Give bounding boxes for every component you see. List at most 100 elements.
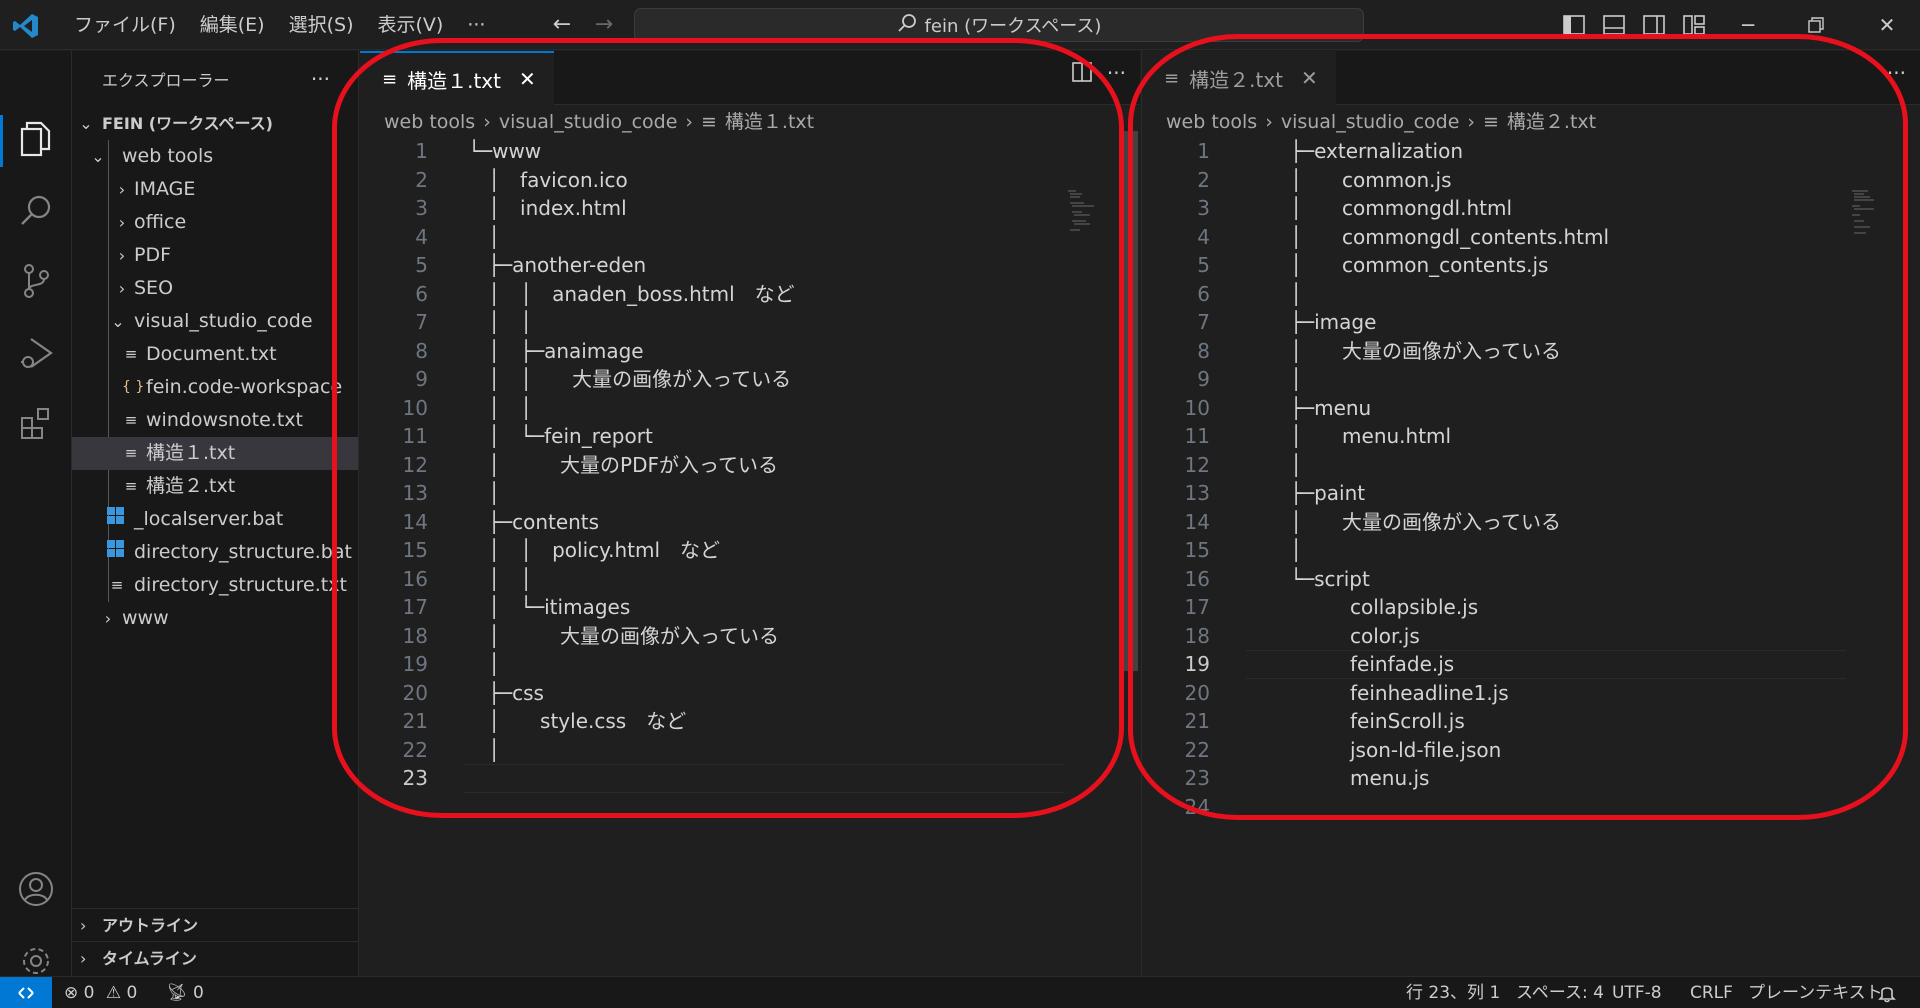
- code-line[interactable]: 23 menu.js: [1142, 764, 1920, 793]
- tree-item-pdf[interactable]: › PDF: [72, 239, 358, 272]
- run-debug-icon[interactable]: [12, 329, 60, 377]
- tree-item-localserver-bat[interactable]: _localserver.bat: [72, 503, 358, 536]
- tree-item-seo[interactable]: › SEO: [72, 272, 358, 305]
- split-editor-icon[interactable]: [1071, 61, 1093, 88]
- tree-item-directory-structure-txt[interactable]: ≡ directory_structure.txt: [72, 569, 358, 602]
- code-line[interactable]: 5 │ common_contents.js: [1142, 251, 1920, 280]
- forward-arrow-icon[interactable]: →: [590, 10, 618, 40]
- tree-item-document-txt[interactable]: ≡ Document.txt: [72, 338, 358, 371]
- code-line[interactable]: 3 │ commongdl.html: [1142, 194, 1920, 223]
- encoding[interactable]: UTF-8: [1612, 977, 1662, 1008]
- code-line[interactable]: 10 │ │: [360, 394, 1140, 423]
- breadcrumb-item[interactable]: web tools: [1166, 107, 1257, 137]
- code-line[interactable]: 18 color.js: [1142, 622, 1920, 651]
- breadcrumb-item[interactable]: web tools: [384, 107, 475, 137]
- accounts-icon[interactable]: [12, 865, 60, 913]
- toggle-primary-sidebar-icon[interactable]: [1560, 10, 1588, 40]
- menu-file[interactable]: ファイル(F): [62, 0, 188, 50]
- code-line[interactable]: 18 │ 大量の画像が入っている: [360, 622, 1140, 651]
- tree-item-directory-structure-bat[interactable]: directory_structure.bat: [72, 536, 358, 569]
- code-line[interactable]: 15 │ │ policy.html など: [360, 536, 1140, 565]
- code-line[interactable]: 4 │: [360, 223, 1140, 252]
- menu-view[interactable]: 表示(V): [366, 0, 456, 50]
- menu-more[interactable]: ···: [455, 0, 497, 50]
- code-line[interactable]: 12 │: [1142, 451, 1920, 480]
- code-line[interactable]: 17 collapsible.js: [1142, 593, 1920, 622]
- breadcrumb-item[interactable]: visual_studio_code: [1281, 107, 1460, 137]
- breadcrumb-item[interactable]: 構造２.txt: [1507, 107, 1596, 137]
- code-line[interactable]: 19 feinfade.js: [1142, 650, 1920, 679]
- toggle-panel-icon[interactable]: [1600, 10, 1628, 40]
- more-actions-icon[interactable]: ···: [1107, 61, 1126, 88]
- code-line[interactable]: 13 ├─paint: [1142, 479, 1920, 508]
- code-line[interactable]: 7 │ │: [360, 308, 1140, 337]
- close-icon[interactable]: ✕: [519, 67, 536, 91]
- tree-item-windowsnote-txt[interactable]: ≡ windowsnote.txt: [72, 404, 358, 437]
- code-line[interactable]: 20 ├─css: [360, 679, 1140, 708]
- code-line[interactable]: 3 │ index.html: [360, 194, 1140, 223]
- explorer-more-button[interactable]: ···: [311, 67, 330, 91]
- back-arrow-icon[interactable]: ←: [548, 10, 576, 40]
- toggle-secondary-sidebar-icon[interactable]: [1640, 10, 1668, 40]
- ports-indicator[interactable]: 📡︎ 0: [166, 977, 204, 1008]
- code-line[interactable]: 23: [360, 764, 1140, 793]
- cursor-position[interactable]: 行 23、列 1: [1406, 977, 1500, 1008]
- close-window-button[interactable]: ✕: [1855, 0, 1919, 50]
- scrollbar[interactable]: [1120, 131, 1138, 671]
- breadcrumb-item[interactable]: 構造１.txt: [725, 107, 814, 137]
- outline-section[interactable]: › アウトライン: [72, 908, 359, 941]
- code-line[interactable]: 19 │: [360, 650, 1140, 679]
- language-mode[interactable]: プレーンテキスト: [1748, 977, 1883, 1008]
- menu-selection[interactable]: 選択(S): [277, 0, 366, 50]
- indentation[interactable]: スペース: 4: [1516, 977, 1604, 1008]
- code-line[interactable]: 21 feinScroll.js: [1142, 707, 1920, 736]
- minimize-button[interactable]: ─: [1716, 0, 1780, 50]
- code-line[interactable]: 11 │ menu.html: [1142, 422, 1920, 451]
- code-line[interactable]: 9 │ │ 大量の画像が入っている: [360, 365, 1140, 394]
- extensions-icon[interactable]: [12, 399, 60, 447]
- command-center-search[interactable]: fein (ワークスペース): [634, 8, 1364, 42]
- tree-item-image[interactable]: › IMAGE: [72, 173, 358, 206]
- problems-indicator[interactable]: ⊗ 0 ⚠ 0: [64, 977, 137, 1008]
- code-line[interactable]: 24: [1142, 793, 1920, 822]
- code-line[interactable]: 14 │ 大量の画像が入っている: [1142, 508, 1920, 537]
- search-icon[interactable]: [12, 187, 60, 235]
- workspace-root[interactable]: ⌄ FEIN (ワークスペース): [72, 107, 358, 140]
- code-line[interactable]: 21 │ style.css など: [360, 707, 1140, 736]
- code-editor[interactable]: 1 ├─externalization 2 │ common.js 3 │ comm…: [1142, 137, 1920, 821]
- code-line[interactable]: 6 │ │ anaden_boss.html など: [360, 280, 1140, 309]
- restore-button[interactable]: [1784, 0, 1848, 50]
- menu-edit[interactable]: 編集(E): [188, 0, 277, 50]
- remote-icon[interactable]: [0, 977, 52, 1008]
- code-line[interactable]: 10 ├─menu: [1142, 394, 1920, 423]
- tree-item-kouzou2-txt[interactable]: ≡ 構造２.txt: [72, 470, 358, 503]
- tree-item-visual-studio-code[interactable]: ⌄ visual_studio_code: [72, 305, 358, 338]
- line-ending[interactable]: CRLF: [1690, 977, 1733, 1008]
- breadcrumb-item[interactable]: visual_studio_code: [499, 107, 678, 137]
- tree-item-web-tools[interactable]: ⌄ web tools: [72, 140, 358, 173]
- code-editor[interactable]: 1 └─www 2 │ favicon.ico 3 │ index.html 4 │ 5…: [360, 137, 1140, 793]
- tree-item-office[interactable]: › office: [72, 206, 358, 239]
- code-line[interactable]: 22 json-ld-file.json: [1142, 736, 1920, 765]
- customize-layout-icon[interactable]: [1680, 10, 1708, 40]
- code-line[interactable]: 16 └─script: [1142, 565, 1920, 594]
- code-line[interactable]: 1 └─www: [360, 137, 1140, 166]
- minimap[interactable]: [1848, 189, 1880, 235]
- code-line[interactable]: 9 │: [1142, 365, 1920, 394]
- source-control-icon[interactable]: [12, 257, 60, 305]
- code-line[interactable]: 13 │: [360, 479, 1140, 508]
- explorer-icon[interactable]: [12, 115, 60, 163]
- code-line[interactable]: 20 feinheadline1.js: [1142, 679, 1920, 708]
- code-line[interactable]: 7 ├─image: [1142, 308, 1920, 337]
- code-line[interactable]: 2 │ common.js: [1142, 166, 1920, 195]
- code-line[interactable]: 1 ├─externalization: [1142, 137, 1920, 166]
- code-line[interactable]: 6 │: [1142, 280, 1920, 309]
- code-line[interactable]: 5 ├─another-eden: [360, 251, 1140, 280]
- more-actions-icon[interactable]: ···: [1887, 61, 1906, 85]
- close-icon[interactable]: ✕: [1301, 66, 1318, 90]
- code-line[interactable]: 16 │ │: [360, 565, 1140, 594]
- tree-item-kouzou1-txt[interactable]: ≡ 構造１.txt: [72, 437, 358, 470]
- minimap[interactable]: [1066, 189, 1098, 235]
- code-line[interactable]: 8 │ 大量の画像が入っている: [1142, 337, 1920, 366]
- code-line[interactable]: 4 │ commongdl_contents.html: [1142, 223, 1920, 252]
